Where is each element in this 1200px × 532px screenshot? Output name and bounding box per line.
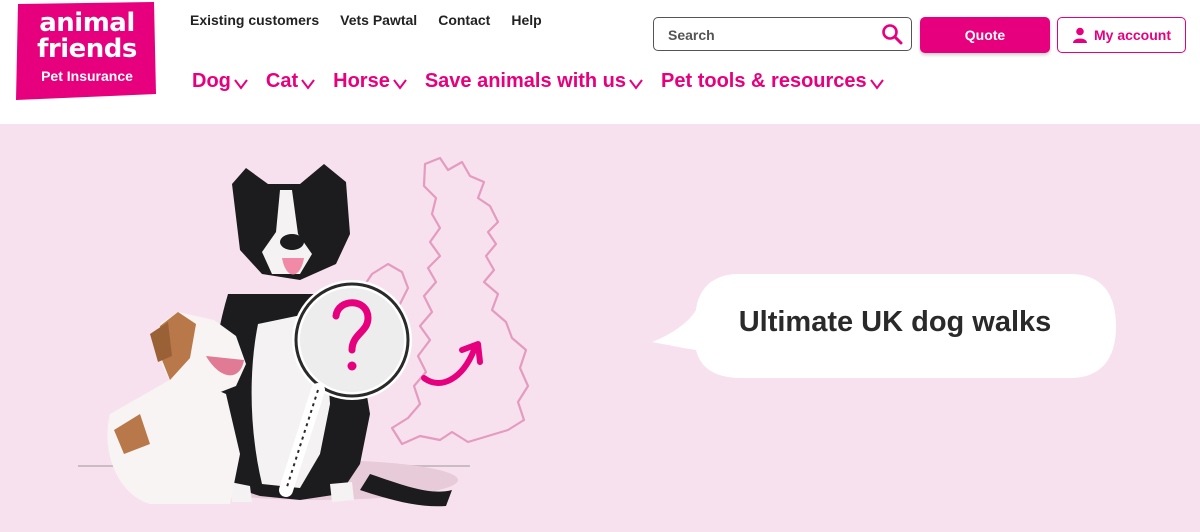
link-contact[interactable]: Contact [438,12,490,28]
nav-horse-label: Horse [333,70,390,92]
nav-save-animals-label: Save animals with us [424,70,627,92]
chevron-down-icon [234,78,248,90]
utility-nav: Existing customers Vets Pawtal Contact H… [190,12,542,28]
hero-illustration [78,156,530,507]
link-vets-pawtal[interactable]: Vets Pawtal [340,12,417,28]
nav-horse[interactable]: Horse [333,70,407,93]
arrow-shape [421,347,477,386]
link-help[interactable]: Help [511,12,541,28]
nav-dog[interactable]: Dog [192,70,248,93]
search-icon[interactable] [881,23,903,45]
chevron-down-icon [301,78,315,90]
nav-cat-label: Cat [265,70,299,92]
site-header: animal friends Pet Insurance Existing cu… [0,0,1200,124]
hero-title: Ultimate UK dog walks [738,306,1052,338]
my-account-button[interactable]: My account [1057,17,1186,53]
logo-line-3: Pet Insurance [41,68,133,84]
link-existing-customers[interactable]: Existing customers [190,12,319,28]
user-icon [1072,27,1087,43]
jack-russell [107,312,246,504]
hero-banner: Ultimate UK dog walks [0,124,1200,532]
nav-dog-label: Dog [192,70,231,92]
logo-line-1: animal [39,8,135,38]
search-input[interactable] [666,24,870,46]
quote-button[interactable]: Quote [920,17,1050,53]
nav-save-animals[interactable]: Save animals with us [425,70,643,93]
chevron-down-icon [869,78,884,90]
nav-pet-tools[interactable]: Pet tools & resources [661,70,884,93]
chevron-down-icon [393,78,407,90]
logo-line-2: friends [37,34,137,64]
nav-cat[interactable]: Cat [266,70,315,93]
brand-logo[interactable]: animal friends Pet Insurance [16,2,160,102]
my-account-label: My account [1093,27,1171,43]
search-box [653,17,912,51]
main-nav: Dog Cat Horse Save animals with us Pet t… [192,70,884,93]
nav-pet-tools-label: Pet tools & resources [661,70,867,92]
chevron-down-icon [629,78,643,90]
